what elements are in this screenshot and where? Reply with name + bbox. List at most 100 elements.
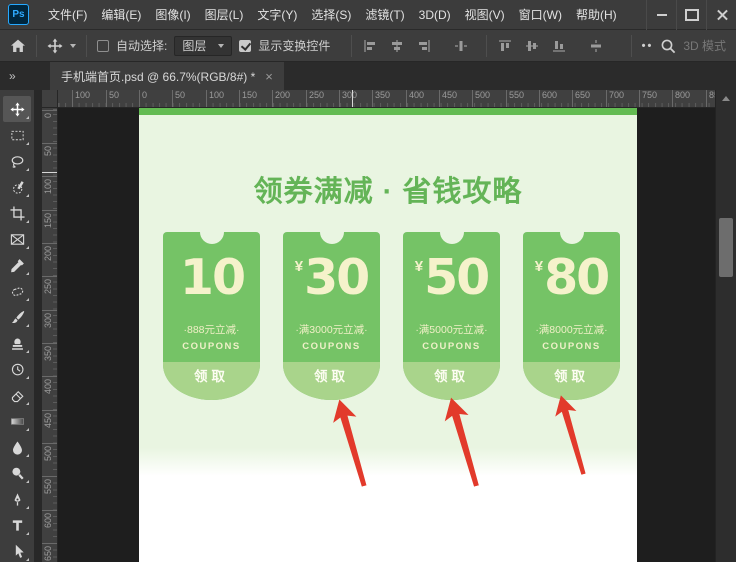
divider [351,35,352,57]
menu-item[interactable]: 选择(S) [304,0,358,30]
menu-item[interactable]: 3D(D) [412,0,458,30]
tool-brush[interactable] [3,304,31,330]
coupon: ¥ 50 ·满5000元立减· COUPONS 领取 [403,232,500,400]
ruler-label: 300 [42,310,58,311]
tool-lasso[interactable] [3,148,31,174]
menu-item[interactable]: 文件(F) [41,0,94,30]
chevron-down-icon [218,44,224,48]
menu-item[interactable]: 图层(L) [198,0,251,30]
tool-frame[interactable] [3,226,31,252]
coupon: ¥ 30 ·满3000元立减· COUPONS 领取 [283,232,380,400]
amount-value: 30 [304,256,368,300]
tab-bar: » 手机端首页.psd @ 66.7%(RGB/8#) * × [0,62,736,90]
tool-type[interactable] [3,512,31,538]
show-transform-label: 显示变换控件 [258,37,330,54]
tool-eraser[interactable] [3,382,31,408]
align-right-icon[interactable] [416,38,432,54]
ruler-label: 700 [606,90,624,108]
ruler-label: 100 [72,90,90,108]
coupon-notch [560,220,584,244]
menu-item[interactable]: 窗口(W) [512,0,569,30]
menu-item[interactable]: 滤镜(T) [358,0,411,30]
cursor-position-marker [42,172,58,173]
ruler-label: 100 [42,176,58,177]
horizontal-ruler[interactable]: 100 50 0 50 100 150 200 250 300 350 400 … [58,90,715,108]
menu-item[interactable]: 图像(I) [148,0,197,30]
vertical-scrollbar[interactable] [715,90,736,562]
ruler-label: 500 [42,443,58,444]
move-tool-icon[interactable] [47,38,63,54]
more-options-icon[interactable]: •• [642,40,654,52]
close-icon[interactable] [706,0,736,30]
coupon-condition: ·888元立减· [163,322,260,337]
tool-gradient[interactable] [3,408,31,434]
tool-pen[interactable] [3,486,31,512]
tool-move[interactable] [3,96,31,122]
amount-value: 10 [180,256,244,300]
align-middle-icon[interactable] [524,38,540,54]
tool-eyedropper[interactable] [3,252,31,278]
align-bottom-icon[interactable] [551,38,567,54]
chevron-down-icon[interactable] [70,44,76,48]
tool-stamp[interactable] [3,330,31,356]
tool-healing[interactable] [3,278,31,304]
ruler-label: 550 [42,476,58,477]
align-group-vertical [497,38,604,54]
claim-button: 领取 [403,362,500,400]
tool-path-select[interactable] [3,538,31,562]
align-center-horizontal-icon[interactable] [389,38,405,54]
minimize-icon[interactable] [646,0,676,30]
vertical-ruler[interactable]: 0 50 100 150 200 250 300 350 400 450 500… [42,108,58,562]
ruler-label: 600 [42,510,58,511]
red-arrow-annotation [545,391,598,479]
show-transform-checkbox[interactable] [239,40,251,52]
tool-dodge[interactable] [3,460,31,486]
maximize-icon[interactable] [676,0,706,30]
auto-select-checkbox[interactable] [97,40,109,52]
align-top-icon[interactable] [497,38,513,54]
align-left-icon[interactable] [362,38,378,54]
search-icon[interactable] [660,38,676,54]
mode-3d-button[interactable]: 3D 模式 [683,37,726,54]
auto-select-label: 自动选择: [116,37,167,54]
red-arrow-annotation [434,393,493,491]
canvas[interactable]: 领券满减 · 省钱攻略 10 ·888元立减· COUPONS 领取 [139,108,637,562]
coupon: 10 ·888元立减· COUPONS 领取 [163,232,260,400]
pasteboard: 领券满减 · 省钱攻略 10 ·888元立减· COUPONS 领取 [58,108,715,562]
tool-blur[interactable] [3,434,31,460]
tool-quick-select[interactable] [3,174,31,200]
history-brush-icon [10,362,25,377]
menu-item[interactable]: 视图(V) [458,0,512,30]
lasso-icon [10,154,25,169]
quick-select-icon [10,180,25,195]
menu-item[interactable]: 文字(Y) [250,0,304,30]
ruler-label: 650 [42,543,58,544]
coupon-notch [200,220,224,244]
cursor-position-marker [352,90,353,108]
menu-item[interactable]: 编辑(E) [94,0,148,30]
align-group-horizontal [362,38,469,54]
target-layer-dropdown[interactable]: 图层 [174,36,232,56]
coupon-amount: ¥ 80 [523,256,620,300]
distribute-vertical-icon[interactable] [588,38,604,54]
scrollbar-thumb[interactable] [719,218,733,277]
tool-history-brush[interactable] [3,356,31,382]
top-green-bar [139,108,637,115]
tool-marquee[interactable] [3,122,31,148]
home-icon[interactable] [10,38,26,54]
coupon-tag: COUPONS [403,341,500,352]
ruler-label: 100 [206,90,224,108]
document-tab[interactable]: 手机端首页.psd @ 66.7%(RGB/8#) * × [50,62,284,90]
ruler-label: 500 [472,90,490,108]
tool-crop[interactable] [3,200,31,226]
distribute-horizontal-icon[interactable] [453,38,469,54]
collapse-tools-chevron-icon[interactable]: » [0,62,34,90]
tab-close-icon[interactable]: × [265,70,273,83]
scroll-up-arrow-icon[interactable] [722,96,730,101]
coupon-amount: ¥ 30 [283,256,380,300]
crop-icon [10,206,25,221]
menu-item[interactable]: 帮助(H) [569,0,624,30]
ruler-label: 350 [372,90,390,108]
ruler-corner [42,90,58,108]
amount-value: 80 [544,256,608,300]
